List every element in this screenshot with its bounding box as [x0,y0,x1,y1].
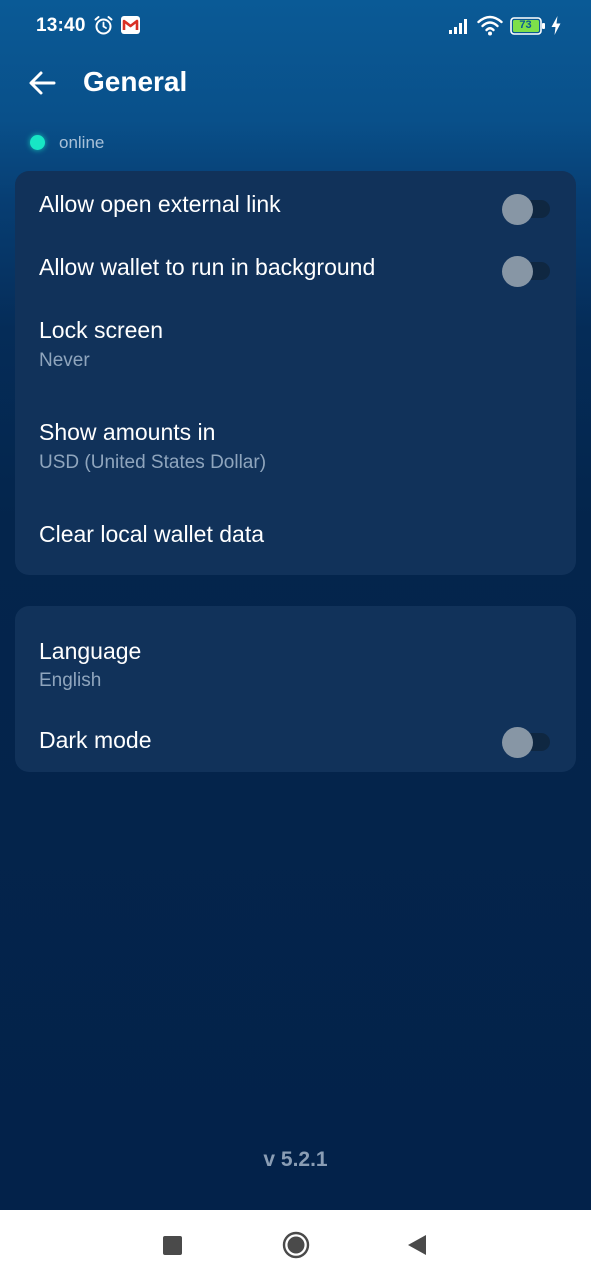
status-time: 13:40 [36,15,86,36]
toggle-thumb [502,194,533,225]
alarm-icon [94,16,113,35]
app-screen: 13:40 73 General online Allow open exter… [0,0,591,1210]
online-status-text: online [59,133,105,152]
status-bar: 13:40 73 [0,0,591,54]
settings-card-general: Allow open external link Allow wallet to… [15,171,576,575]
setting-label-amounts: Show amounts in [39,419,216,445]
setting-row-clear-data[interactable]: Clear local wallet data [15,511,576,567]
home-icon[interactable] [282,1231,310,1259]
setting-value-amounts: USD (United States Dollar) [39,452,267,473]
setting-label-lock-screen: Lock screen [39,317,164,343]
setting-row-language[interactable]: Language English [15,628,576,708]
signal-icon [449,19,467,34]
setting-value-language: English [39,670,102,691]
settings-card-appearance: Language English Dark mode [15,606,576,772]
setting-label-external-link: Allow open external link [39,191,281,217]
setting-label-background: Allow wallet to run in background [39,254,376,280]
page-title: General [83,66,188,97]
setting-label-language: Language [39,638,142,664]
back-icon[interactable] [406,1233,428,1257]
toggle-thumb [502,727,533,758]
external-link-toggle[interactable] [502,194,552,225]
recents-icon[interactable] [163,1236,182,1255]
arrow-left-icon[interactable] [26,66,60,100]
setting-label-dark-mode: Dark mode [39,727,152,753]
system-navigation-bar [0,1210,591,1280]
setting-row-background[interactable]: Allow wallet to run in background [15,244,576,304]
wifi-icon [477,15,503,36]
dark-mode-toggle[interactable] [502,727,552,758]
setting-row-lock-screen[interactable]: Lock screen Never [15,307,576,397]
setting-value-lock-screen: Never [39,350,90,371]
setting-row-dark-mode[interactable]: Dark mode [15,718,576,768]
background-toggle[interactable] [502,256,552,287]
toggle-thumb [502,256,533,287]
app-version: v 5.2.1 [263,1148,328,1171]
gmail-icon [121,16,140,34]
battery-level: 73 [519,19,532,31]
setting-row-external-link[interactable]: Allow open external link [15,181,576,241]
online-status-indicator [30,135,45,150]
setting-label-clear-data: Clear local wallet data [39,521,265,547]
charging-icon [551,16,561,35]
setting-row-amounts[interactable]: Show amounts in USD (United States Dolla… [15,409,576,499]
